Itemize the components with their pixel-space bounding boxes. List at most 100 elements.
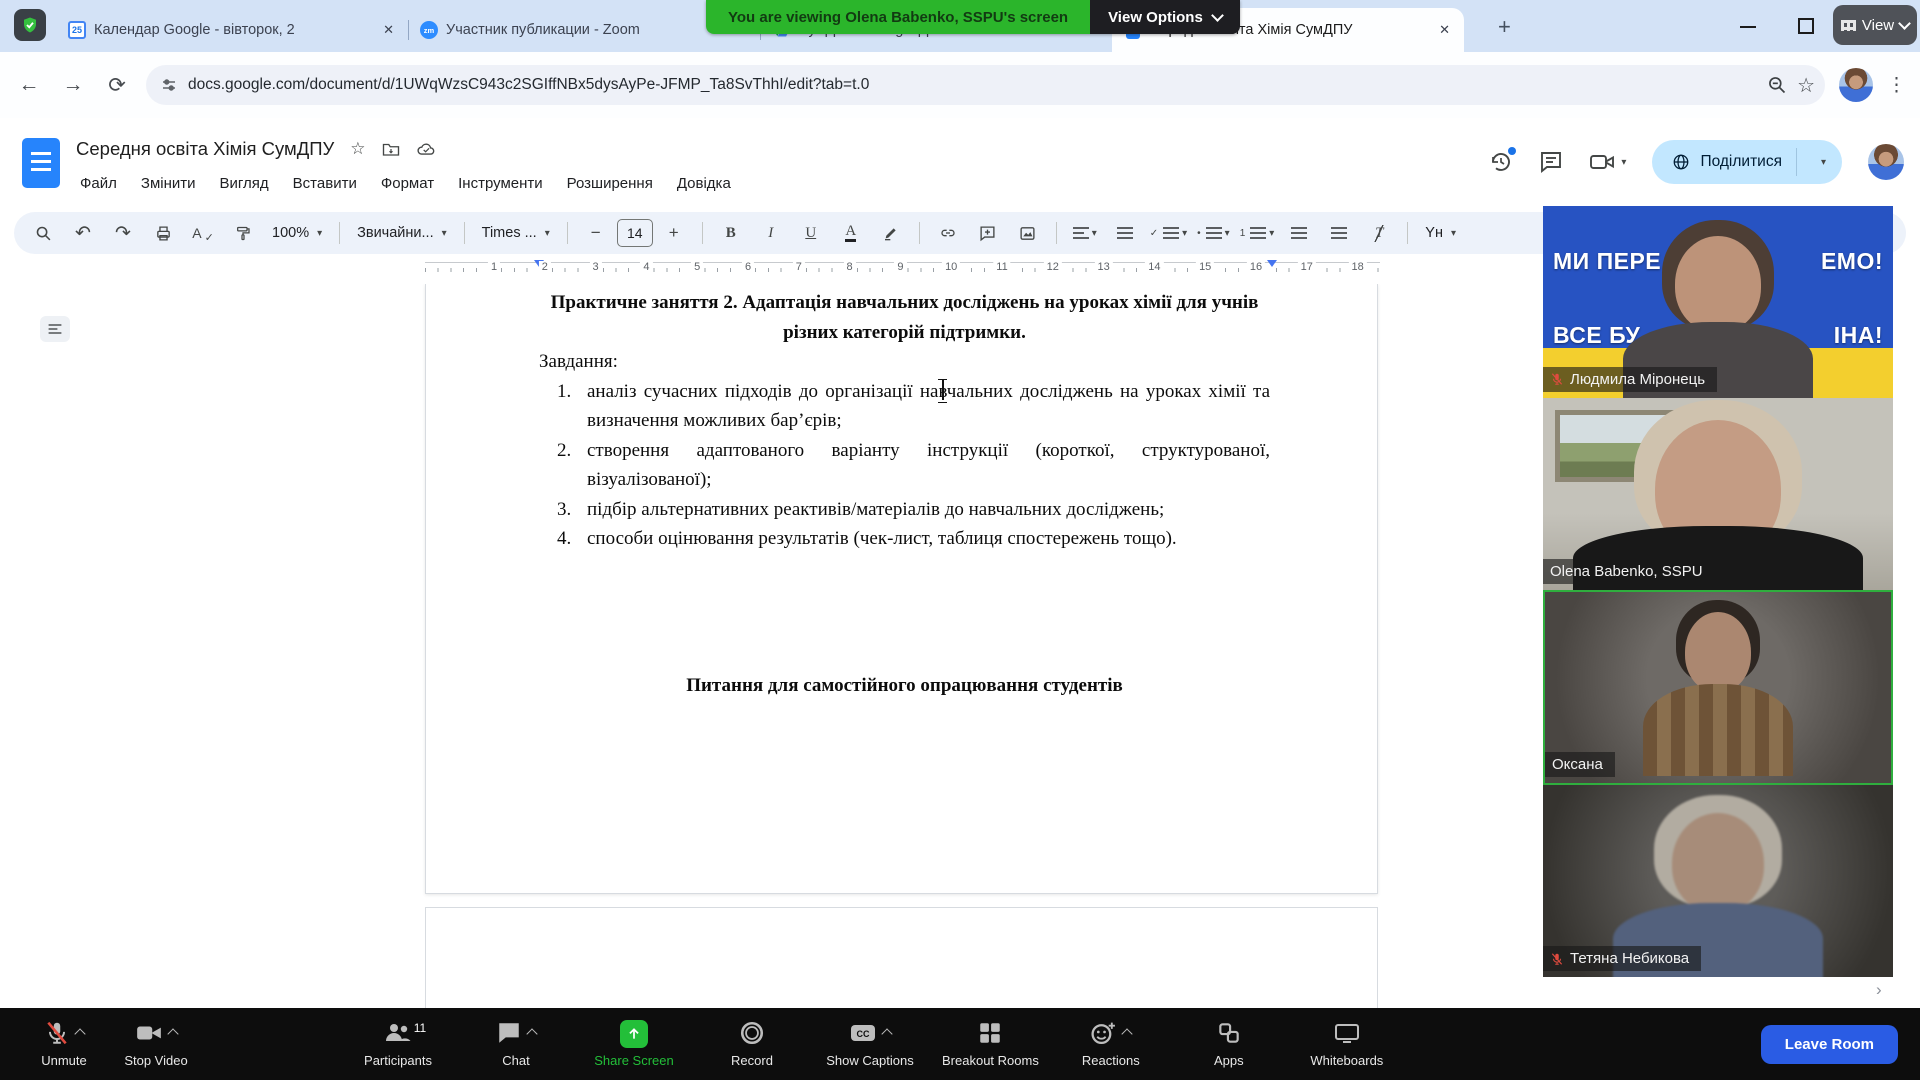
close-tab-icon[interactable]: ✕ — [379, 20, 398, 40]
new-tab-button[interactable]: + — [1498, 16, 1511, 38]
decrease-font-size-button[interactable]: − — [577, 218, 615, 248]
insert-link-icon[interactable] — [929, 218, 967, 248]
zoom-select[interactable]: 100% ▾ — [264, 225, 330, 241]
video-tile-olena[interactable]: Olena Babenko, SSPU — [1543, 398, 1893, 590]
video-tile-tetyana[interactable]: Тетяна Небикова — [1543, 785, 1893, 977]
breakout-rooms-button[interactable]: Breakout Rooms — [942, 1020, 1039, 1068]
chat-button[interactable]: Chat — [470, 1020, 562, 1068]
text-color-button[interactable]: A — [845, 224, 856, 242]
print-icon[interactable] — [144, 218, 182, 248]
paint-format-icon[interactable] — [224, 218, 262, 248]
comments-button[interactable] — [1539, 150, 1563, 174]
menu-file[interactable]: Файл — [72, 172, 125, 195]
share-screen-button[interactable]: Share Screen — [588, 1020, 680, 1068]
ruler-number: 9 — [894, 261, 906, 273]
bulleted-list-button[interactable]: • ▾ — [1193, 218, 1234, 248]
google-docs-logo[interactable] — [22, 138, 60, 188]
show-captions-button[interactable]: CC Show Captions — [824, 1020, 916, 1068]
version-history-button[interactable] — [1489, 150, 1513, 174]
menu-format[interactable]: Формат — [373, 172, 442, 195]
whiteboards-button[interactable]: Whiteboards — [1301, 1020, 1393, 1068]
shield-extension-icon[interactable] — [14, 9, 46, 41]
move-to-folder-icon[interactable] — [382, 141, 400, 157]
font-size-input[interactable]: 14 — [617, 219, 653, 247]
bookmark-star-icon[interactable]: ☆ — [1797, 73, 1815, 98]
participant-count-badge: 11 — [414, 1021, 426, 1035]
chat-options-caret[interactable] — [526, 1028, 537, 1039]
highlight-color-icon[interactable] — [872, 218, 910, 248]
menu-tools[interactable]: Інструменти — [450, 172, 551, 195]
menu-view[interactable]: Вигляд — [212, 172, 277, 195]
font-select[interactable]: Times ... ▾ — [474, 225, 558, 241]
document-page-2[interactable] — [425, 907, 1378, 1008]
address-bar[interactable]: docs.google.com/document/d/1UWqWzsC943c2… — [146, 65, 1825, 105]
participant-name-tag: Оксана — [1545, 752, 1615, 777]
ruler-number: 13 — [1094, 261, 1112, 273]
clear-formatting-button[interactable]: T — [1360, 218, 1398, 248]
align-button[interactable]: ▾ — [1066, 218, 1104, 248]
numbered-list-button[interactable]: 1 ▾ — [1236, 218, 1279, 248]
star-document-icon[interactable]: ☆ — [350, 139, 365, 159]
window-restore-button[interactable] — [1798, 18, 1814, 34]
url-text[interactable]: docs.google.com/document/d/1UWqWzsC943c2… — [188, 76, 1757, 94]
checklist-button[interactable]: ✓ ▾ — [1146, 218, 1191, 248]
reload-button[interactable]: ⟳ — [102, 73, 132, 98]
decrease-indent-button[interactable] — [1280, 218, 1318, 248]
close-tab-icon[interactable]: ✕ — [1435, 20, 1454, 40]
leave-room-button[interactable]: Leave Room — [1761, 1025, 1898, 1064]
add-comment-icon[interactable] — [969, 218, 1007, 248]
menu-help[interactable]: Довідка — [669, 172, 739, 195]
view-options-button[interactable]: View Options — [1090, 0, 1240, 34]
site-settings-icon[interactable] — [160, 76, 178, 94]
zoom-view-button[interactable]: View — [1833, 5, 1917, 45]
menu-extensions[interactable]: Розширення — [559, 172, 661, 195]
captions-options-caret[interactable] — [881, 1028, 892, 1039]
audio-options-caret[interactable] — [74, 1028, 85, 1039]
stop-video-button[interactable]: Stop Video — [110, 1020, 202, 1068]
share-button[interactable]: Поділитися ▾ — [1652, 140, 1842, 184]
browser-profile-avatar[interactable] — [1839, 68, 1873, 102]
search-menus-icon[interactable] — [24, 218, 62, 248]
browser-menu-icon[interactable]: ⋮ — [1887, 74, 1906, 97]
menu-edit[interactable]: Змінити — [133, 172, 204, 195]
editing-mode-select[interactable]: Yн ▾ — [1417, 225, 1464, 241]
document-outline-button[interactable] — [40, 316, 70, 342]
window-minimize-button[interactable] — [1740, 26, 1756, 28]
join-call-button[interactable]: ▾ — [1589, 151, 1626, 173]
flag-text-fragment: ВСЕ БУ — [1553, 322, 1640, 349]
document-title[interactable]: Середня освіта Хімія СумДПУ — [76, 138, 334, 160]
closed-captions-icon: CC — [849, 1020, 877, 1046]
insert-image-icon[interactable] — [1009, 218, 1047, 248]
ruler-scale[interactable]: 123456789101112131415161718 — [425, 262, 1380, 277]
bold-button[interactable]: B — [712, 218, 750, 248]
cloud-saved-icon[interactable] — [416, 142, 436, 157]
document-page-1[interactable]: Практичне заняття 2. Адаптація навчальни… — [425, 284, 1378, 894]
video-tile-oksana-speaking[interactable]: Оксана — [1543, 590, 1893, 786]
redo-icon[interactable]: ↷ — [104, 218, 142, 248]
video-options-caret[interactable] — [167, 1028, 178, 1039]
forward-button[interactable]: → — [58, 73, 88, 97]
line-spacing-button[interactable] — [1106, 218, 1144, 248]
increase-indent-button[interactable] — [1320, 218, 1358, 248]
paragraph-style-select[interactable]: Звичайни... ▾ — [349, 225, 455, 241]
right-indent-marker[interactable] — [1267, 260, 1277, 267]
participants-button[interactable]: 11 Participants — [352, 1020, 444, 1068]
panel-collapse-icon[interactable]: › — [1876, 980, 1882, 1000]
tab-google-calendar[interactable]: 25 Календар Google - вівторок, 2 ✕ — [56, 8, 408, 52]
menu-insert[interactable]: Вставити — [285, 172, 365, 195]
docs-profile-avatar[interactable] — [1868, 144, 1904, 180]
increase-font-size-button[interactable]: + — [655, 218, 693, 248]
undo-icon[interactable]: ↶ — [64, 218, 102, 248]
spell-check-icon[interactable]: A✓ — [184, 218, 222, 248]
unmute-button[interactable]: Unmute — [18, 1020, 110, 1068]
reactions-button[interactable]: Reactions — [1065, 1020, 1157, 1068]
underline-button[interactable]: U — [792, 218, 830, 248]
italic-button[interactable]: I — [752, 218, 790, 248]
apps-button[interactable]: Apps — [1183, 1020, 1275, 1068]
back-button[interactable]: ← — [14, 73, 44, 97]
zoom-out-page-icon[interactable] — [1767, 75, 1787, 95]
record-button[interactable]: Record — [706, 1020, 798, 1068]
share-dropdown-icon[interactable]: ▾ — [1811, 157, 1836, 168]
video-tile-lyudmyla[interactable]: МИ ПЕРЕ ЕМО! ВСЕ БУ ІНА! Людмила Міронец… — [1543, 206, 1893, 398]
reactions-options-caret[interactable] — [1122, 1028, 1133, 1039]
